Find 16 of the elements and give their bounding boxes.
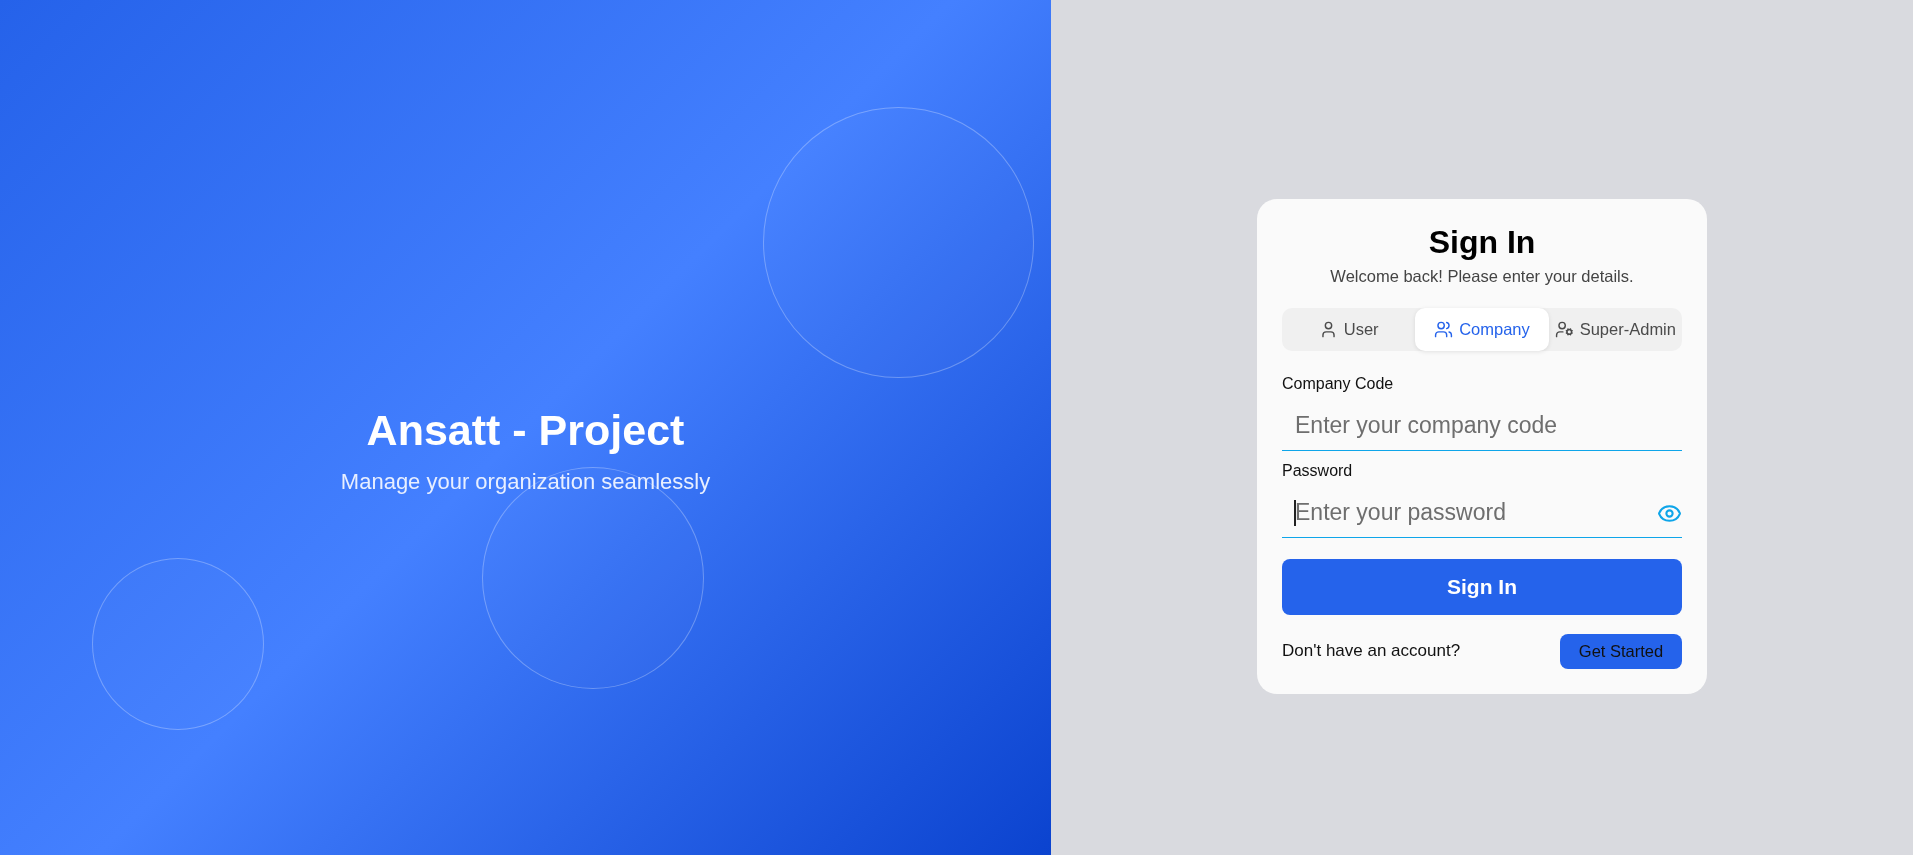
- role-tab[interactable]: User: [1282, 307, 1416, 351]
- password-field[interactable]: Enter your password: [1282, 487, 1682, 538]
- signup-prompt: Don't have an account?: [1282, 641, 1461, 661]
- sign-in-button[interactable]: Sign In: [1282, 558, 1682, 615]
- role-tab[interactable]: Company: [1415, 307, 1549, 351]
- get-started-button[interactable]: Get Started: [1560, 633, 1682, 669]
- person-gear-icon: [1554, 319, 1574, 339]
- role-tab[interactable]: Super-Admin: [1548, 307, 1682, 351]
- people-icon: [1434, 319, 1454, 339]
- brand-tagline: Manage your organization seamlessly: [340, 468, 711, 495]
- brand-title: Ansatt - Project: [366, 404, 685, 455]
- card-title: Sign In: [1427, 223, 1537, 260]
- field-label: Company Code: [1282, 374, 1395, 393]
- card-subtitle: Welcome back! Please enter your details.: [1329, 265, 1635, 286]
- input-field[interactable]: Enter your company code: [1282, 400, 1682, 451]
- field-label: Password: [1282, 461, 1354, 480]
